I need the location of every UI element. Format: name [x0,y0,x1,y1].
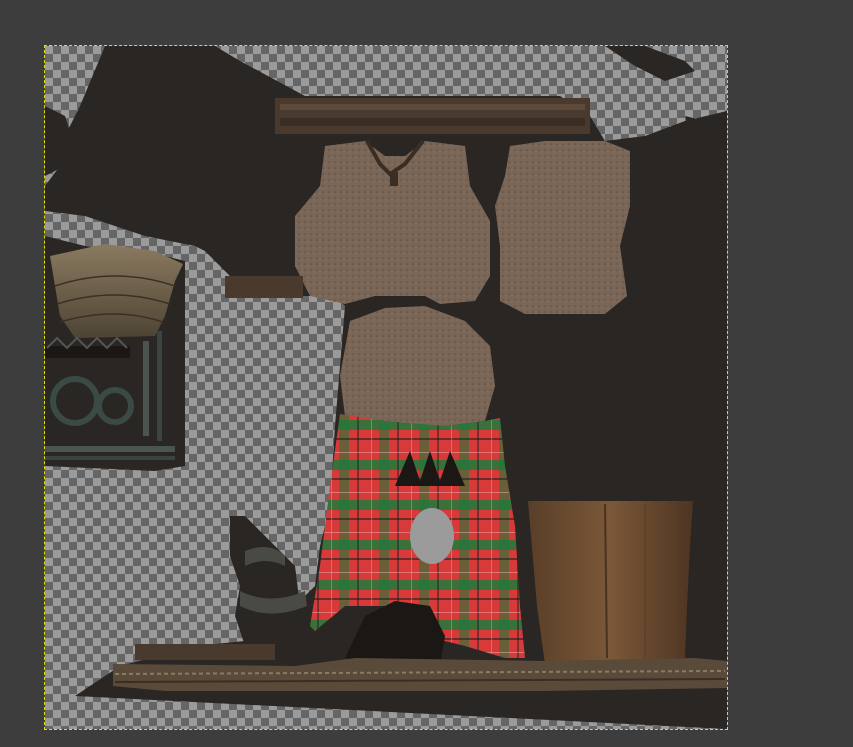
texture-atlas-image [45,46,727,729]
image-workspace [0,0,853,747]
shirt-back [495,141,630,314]
shirt-front [295,141,490,304]
boot-leather [528,501,693,664]
image-canvas[interactable] [45,46,727,729]
strap-top [275,98,590,134]
